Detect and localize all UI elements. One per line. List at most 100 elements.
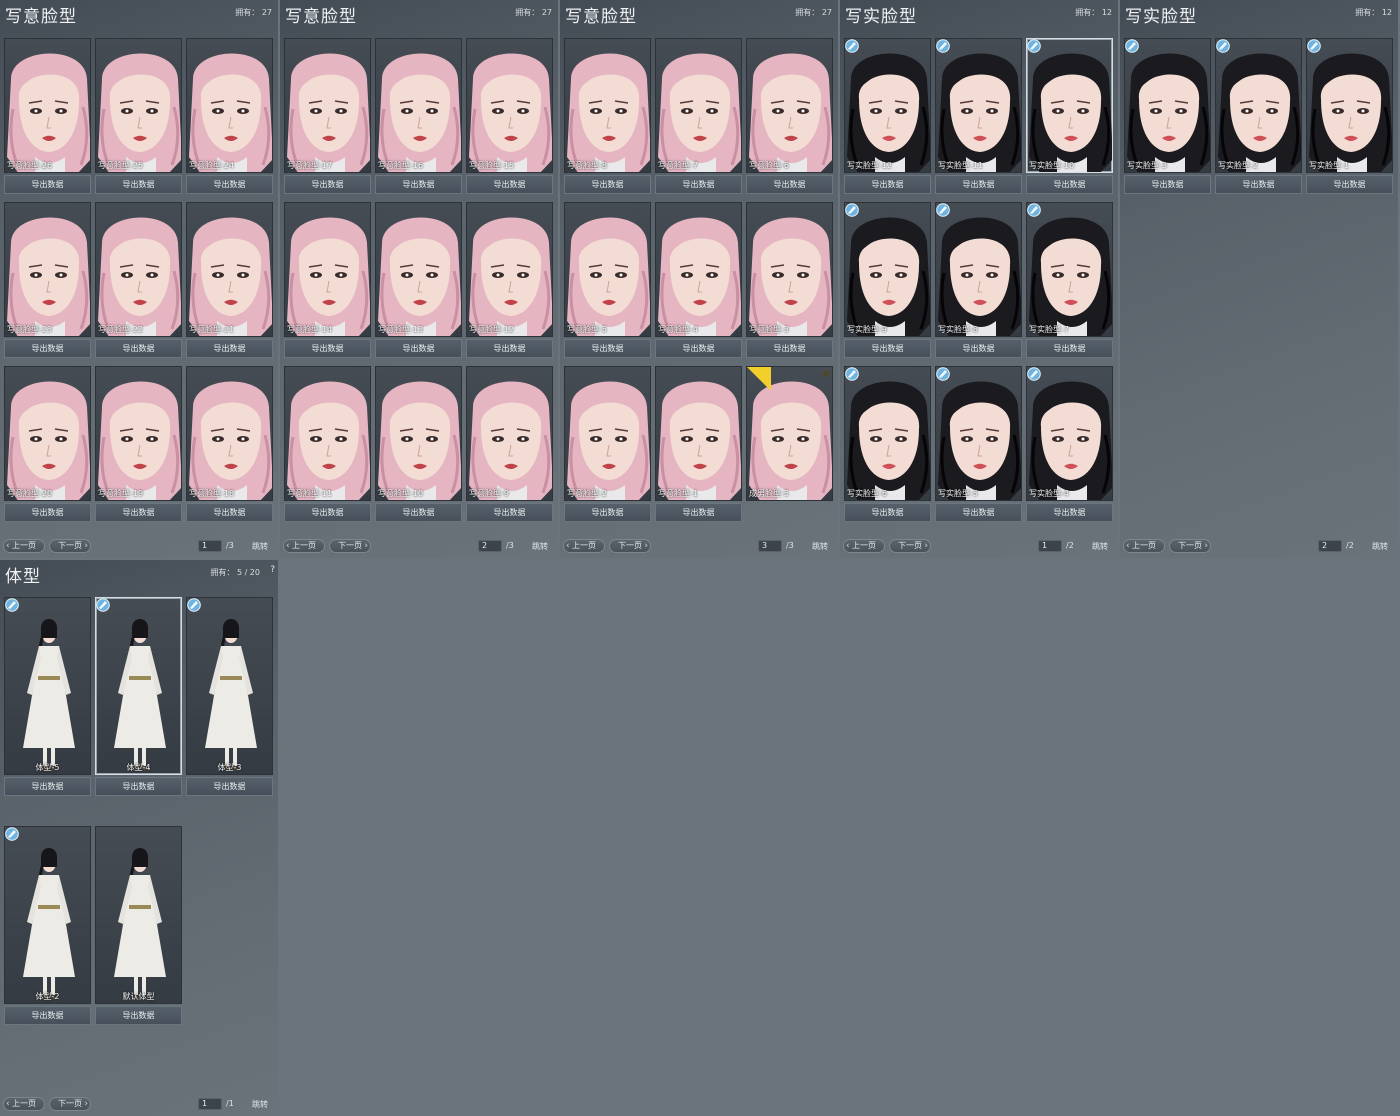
export-data-button[interactable]: 导出数据 [4, 503, 91, 522]
export-data-button[interactable]: 导出数据 [564, 339, 651, 358]
face-card[interactable]: 写实脸型-11 [935, 38, 1022, 173]
export-data-button[interactable]: 导出数据 [95, 1006, 182, 1025]
export-data-button[interactable]: 导出数据 [4, 175, 91, 194]
export-data-button[interactable]: 导出数据 [186, 339, 273, 358]
export-data-button[interactable]: 导出数据 [844, 339, 931, 358]
export-data-button[interactable]: 导出数据 [375, 339, 462, 358]
face-card[interactable]: 写意脸型-4 [655, 202, 742, 337]
face-card[interactable]: 写实脸型-6 [844, 366, 931, 501]
export-data-button[interactable]: 导出数据 [284, 339, 371, 358]
face-card[interactable]: 写意脸型-2 [564, 366, 651, 501]
export-data-button[interactable]: 导出数据 [4, 339, 91, 358]
body-card[interactable]: 体型-2 [4, 826, 91, 1004]
export-data-button[interactable]: 导出数据 [186, 503, 273, 522]
face-card[interactable]: 写意脸型-22 [95, 202, 182, 337]
face-card[interactable]: 写意脸型-10 [375, 366, 462, 501]
export-data-button[interactable]: 导出数据 [844, 503, 931, 522]
export-data-button[interactable]: 导出数据 [284, 175, 371, 194]
page-number-input[interactable]: 1 [198, 540, 222, 552]
face-card[interactable]: 写意脸型-5 [564, 202, 651, 337]
prev-page-button[interactable]: ‹ 上一页 [1123, 539, 1165, 553]
export-data-button[interactable]: 导出数据 [1124, 175, 1211, 194]
face-card[interactable]: 写实脸型-7 [1026, 202, 1113, 337]
face-card[interactable]: 写意脸型-9 [466, 366, 553, 501]
next-page-button[interactable]: 下一页 › [609, 539, 651, 553]
face-card[interactable]: 写意脸型-23 [4, 202, 91, 337]
export-data-button[interactable]: 导出数据 [1215, 175, 1302, 194]
export-data-button[interactable]: 导出数据 [4, 777, 91, 796]
face-card[interactable]: 写实脸型-5 [935, 366, 1022, 501]
jump-button[interactable]: 跳转 [252, 541, 268, 552]
page-number-input[interactable]: 3 [758, 540, 782, 552]
face-card[interactable]: 写意脸型-1 [655, 366, 742, 501]
jump-button[interactable]: 跳转 [1372, 541, 1388, 552]
face-card[interactable]: 写实脸型-3 [1124, 38, 1211, 173]
export-data-button[interactable]: 导出数据 [1026, 339, 1113, 358]
face-card[interactable]: 写实脸型-10 [1026, 38, 1113, 173]
jump-button[interactable]: 跳转 [1092, 541, 1108, 552]
export-data-button[interactable]: 导出数据 [375, 503, 462, 522]
export-data-button[interactable]: 导出数据 [4, 1006, 91, 1025]
export-data-button[interactable]: 导出数据 [1306, 175, 1393, 194]
export-data-button[interactable]: 导出数据 [375, 175, 462, 194]
page-number-input[interactable]: 2 [1318, 540, 1342, 552]
face-card[interactable]: 写意脸型-13 [375, 202, 462, 337]
export-data-button[interactable]: 导出数据 [95, 503, 182, 522]
page-number-input[interactable]: 1 [1038, 540, 1062, 552]
export-data-button[interactable]: 导出数据 [466, 175, 553, 194]
export-data-button[interactable]: 导出数据 [844, 175, 931, 194]
face-card[interactable]: 写意脸型-16 [375, 38, 462, 173]
face-card[interactable]: 写意脸型-15 [466, 38, 553, 173]
export-data-button[interactable]: 导出数据 [935, 175, 1022, 194]
export-data-button[interactable]: 导出数据 [655, 175, 742, 194]
face-card[interactable]: 写意脸型-20 [4, 366, 91, 501]
body-card[interactable]: 体型-3 [186, 597, 273, 775]
jump-button[interactable]: 跳转 [252, 1099, 268, 1110]
face-card[interactable]: 写意脸型-18 [186, 366, 273, 501]
face-card[interactable]: 写意脸型-7 [655, 38, 742, 173]
face-card[interactable]: 写意脸型-19 [95, 366, 182, 501]
face-card[interactable]: 写实脸型-2 [1215, 38, 1302, 173]
export-data-button[interactable]: 导出数据 [935, 503, 1022, 522]
export-data-button[interactable]: 导出数据 [564, 503, 651, 522]
face-card[interactable]: 成男脸型-5 新 [746, 366, 833, 501]
face-card[interactable]: 写实脸型-9 [844, 202, 931, 337]
export-data-button[interactable]: 导出数据 [186, 175, 273, 194]
page-number-input[interactable]: 1 [198, 1098, 222, 1110]
body-card[interactable]: 体型-5 [4, 597, 91, 775]
export-data-button[interactable]: 导出数据 [284, 503, 371, 522]
export-data-button[interactable]: 导出数据 [746, 339, 833, 358]
face-card[interactable]: 写实脸型-1 [1306, 38, 1393, 173]
prev-page-button[interactable]: ‹ 上一页 [3, 1097, 45, 1111]
face-card[interactable]: 写意脸型-25 [95, 38, 182, 173]
export-data-button[interactable]: 导出数据 [655, 503, 742, 522]
face-card[interactable]: 写实脸型-12 [844, 38, 931, 173]
prev-page-button[interactable]: ‹ 上一页 [283, 539, 325, 553]
face-card[interactable]: 写意脸型-21 [186, 202, 273, 337]
jump-button[interactable]: 跳转 [812, 541, 828, 552]
face-card[interactable]: 写意脸型-26 [4, 38, 91, 173]
face-card[interactable]: 写意脸型-14 [284, 202, 371, 337]
page-number-input[interactable]: 2 [478, 540, 502, 552]
export-data-button[interactable]: 导出数据 [935, 339, 1022, 358]
export-data-button[interactable]: 导出数据 [1026, 503, 1113, 522]
face-card[interactable]: 写实脸型-4 [1026, 366, 1113, 501]
face-card[interactable]: 写意脸型-11 [284, 366, 371, 501]
face-card[interactable]: 写实脸型-8 [935, 202, 1022, 337]
body-card[interactable]: 默认体型 [95, 826, 182, 1004]
export-data-button[interactable]: 导出数据 [466, 503, 553, 522]
export-data-button[interactable]: 导出数据 [95, 777, 182, 796]
body-card[interactable]: 体型-4 [95, 597, 182, 775]
next-page-button[interactable]: 下一页 › [1169, 539, 1211, 553]
next-page-button[interactable]: 下一页 › [49, 539, 91, 553]
next-page-button[interactable]: 下一页 › [329, 539, 371, 553]
prev-page-button[interactable]: ‹ 上一页 [3, 539, 45, 553]
face-card[interactable]: 写意脸型-24 [186, 38, 273, 173]
export-data-button[interactable]: 导出数据 [95, 175, 182, 194]
next-page-button[interactable]: 下一页 › [889, 539, 931, 553]
export-data-button[interactable]: 导出数据 [564, 175, 651, 194]
face-card[interactable]: 写意脸型-3 [746, 202, 833, 337]
face-card[interactable]: 写意脸型-12 [466, 202, 553, 337]
next-page-button[interactable]: 下一页 › [49, 1097, 91, 1111]
prev-page-button[interactable]: ‹ 上一页 [843, 539, 885, 553]
